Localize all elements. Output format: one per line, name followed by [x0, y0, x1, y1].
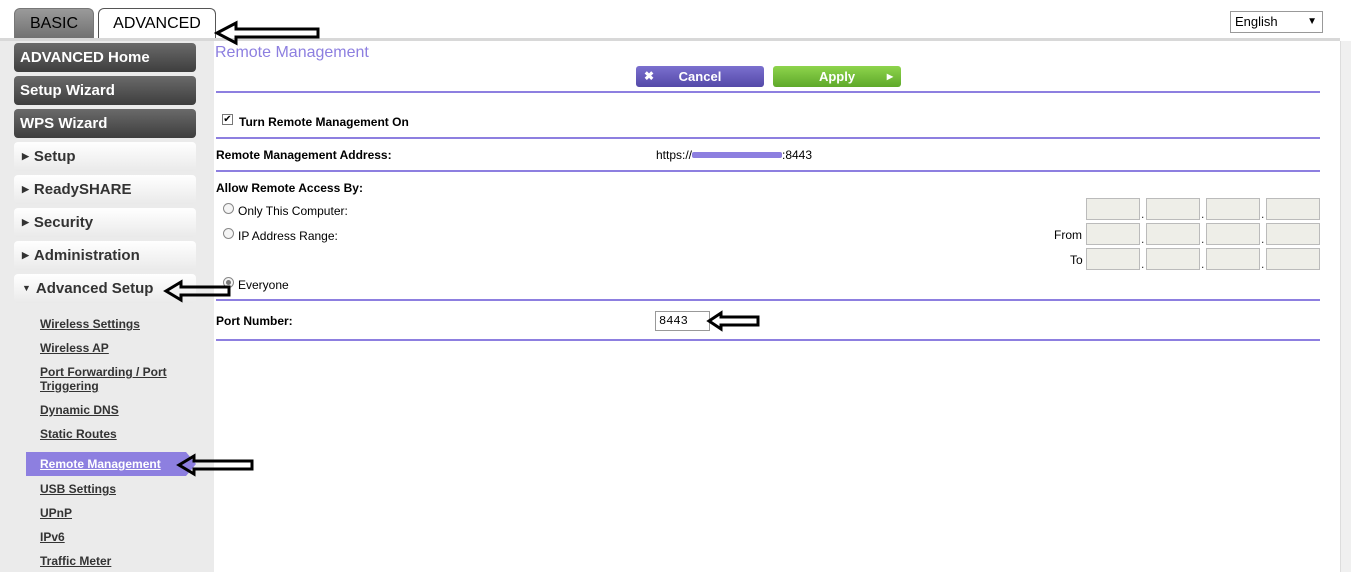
sidebar-section-administration[interactable]: ▶ Administration — [14, 241, 196, 270]
from-ip-octet-4[interactable] — [1266, 223, 1320, 245]
only-ip-octet-1[interactable] — [1086, 198, 1140, 220]
from-ip-octet-1[interactable] — [1086, 223, 1140, 245]
ip-separator: . — [1261, 232, 1265, 246]
ip-separator: . — [1261, 207, 1265, 221]
only-this-computer-radio[interactable] — [223, 203, 234, 214]
redacted-ip — [692, 152, 782, 158]
triangle-right-icon: ▶ — [22, 151, 29, 161]
divider — [216, 91, 1320, 93]
ip-range-label: IP Address Range: — [238, 229, 338, 243]
port-number-input[interactable]: 8443 — [655, 311, 710, 331]
sidebar-wps-wizard-button[interactable]: WPS Wizard — [14, 109, 196, 138]
triangle-down-icon: ▼ — [22, 283, 31, 293]
only-this-computer-label: Only This Computer: — [238, 204, 348, 218]
sidebar-section-label: ReadySHARE — [33, 181, 132, 198]
triangle-right-icon: ▶ — [22, 250, 29, 260]
address-prefix: https:// — [656, 148, 693, 162]
everyone-label: Everyone — [238, 278, 289, 292]
language-select[interactable]: English ▼ — [1230, 11, 1323, 33]
sidebar-link-dynamic-dns[interactable]: Dynamic DNS — [40, 403, 119, 417]
sidebar-setup-wizard-button[interactable]: Setup Wizard — [14, 76, 196, 105]
sidebar-link-port-triggering[interactable]: Triggering — [40, 379, 99, 393]
remote-management-checkbox[interactable]: ✔ — [222, 114, 233, 125]
triangle-right-icon: ▶ — [22, 217, 29, 227]
address-suffix: :8443 — [782, 148, 813, 162]
from-ip-octet-3[interactable] — [1206, 223, 1260, 245]
sidebar-link-usb-settings[interactable]: USB Settings — [40, 482, 116, 496]
divider — [216, 339, 1320, 341]
only-ip-octet-2[interactable] — [1146, 198, 1200, 220]
to-ip-octet-3[interactable] — [1206, 248, 1260, 270]
sidebar-section-label: Advanced Setup — [35, 280, 154, 297]
triangle-right-icon: ▶ — [886, 72, 893, 81]
language-selected: English — [1235, 14, 1278, 29]
divider — [216, 137, 1320, 139]
sidebar: ADVANCED Home Setup Wizard WPS Wizard ▶ S… — [0, 41, 214, 572]
vertical-scrollbar[interactable] — [1340, 41, 1351, 572]
ip-separator: . — [1201, 207, 1205, 221]
ip-separator: . — [1261, 257, 1265, 271]
port-label: Port Number: — [216, 314, 293, 328]
from-ip-octet-2[interactable] — [1146, 223, 1200, 245]
annotation-arrow-icon — [163, 279, 231, 303]
sidebar-section-label: Security — [33, 214, 94, 231]
main-content: Remote Management ✖ Cancel Apply ▶ ✔ Tur… — [214, 41, 1340, 572]
ip-separator: . — [1201, 257, 1205, 271]
sidebar-section-label: Administration — [33, 247, 140, 264]
sidebar-link-traffic-meter[interactable]: Traffic Meter — [40, 554, 111, 568]
from-label: From — [1054, 228, 1082, 242]
annotation-arrow-icon — [214, 20, 320, 46]
sidebar-link-static-routes[interactable]: Static Routes — [40, 427, 117, 441]
triangle-right-icon: ▶ — [22, 184, 29, 194]
cancel-button[interactable]: ✖ Cancel — [636, 66, 764, 87]
only-ip-octet-4[interactable] — [1266, 198, 1320, 220]
ip-separator: . — [1141, 232, 1145, 246]
apply-button-label: Apply — [818, 69, 856, 84]
annotation-arrow-icon — [176, 453, 254, 477]
sidebar-link-upnp[interactable]: UPnP — [40, 506, 72, 520]
sidebar-section-label: Setup — [33, 148, 76, 165]
to-ip-octet-2[interactable] — [1146, 248, 1200, 270]
sidebar-advanced-home-button[interactable]: ADVANCED Home — [14, 43, 196, 72]
tab-basic[interactable]: BASIC — [14, 8, 94, 39]
sidebar-link-wireless-settings[interactable]: Wireless Settings — [40, 317, 140, 331]
to-ip-octet-1[interactable] — [1086, 248, 1140, 270]
top-tab-bar: BASIC ADVANCED — [0, 0, 1351, 41]
cancel-button-label: Cancel — [678, 69, 722, 84]
annotation-arrow-icon — [706, 310, 760, 332]
address-label: Remote Management Address: — [216, 148, 392, 162]
page-title: Remote Management — [215, 44, 369, 61]
apply-button[interactable]: Apply ▶ — [773, 66, 901, 87]
ip-separator: . — [1141, 257, 1145, 271]
divider — [216, 170, 1320, 172]
ip-range-radio[interactable] — [223, 228, 234, 239]
sidebar-section-setup[interactable]: ▶ Setup — [14, 142, 196, 171]
sidebar-section-readyshare[interactable]: ▶ ReadySHARE — [14, 175, 196, 204]
sidebar-link-port-forwarding[interactable]: Port Forwarding / Port — [40, 365, 167, 379]
divider — [216, 299, 1320, 301]
to-ip-octet-4[interactable] — [1266, 248, 1320, 270]
ip-separator: . — [1201, 232, 1205, 246]
only-ip-octet-3[interactable] — [1206, 198, 1260, 220]
turn-on-label: Turn Remote Management On — [239, 115, 409, 129]
chevron-down-icon: ▼ — [1307, 16, 1317, 27]
tab-advanced[interactable]: ADVANCED — [98, 8, 216, 39]
sidebar-link-wireless-ap[interactable]: Wireless AP — [40, 341, 109, 355]
sidebar-section-security[interactable]: ▶ Security — [14, 208, 196, 237]
allow-access-label: Allow Remote Access By: — [216, 181, 363, 195]
sidebar-link-ipv6[interactable]: IPv6 — [40, 530, 65, 544]
ip-separator: . — [1141, 207, 1145, 221]
to-label: To — [1070, 253, 1083, 267]
sidebar-link-remote-management[interactable]: Remote Management — [26, 452, 196, 476]
